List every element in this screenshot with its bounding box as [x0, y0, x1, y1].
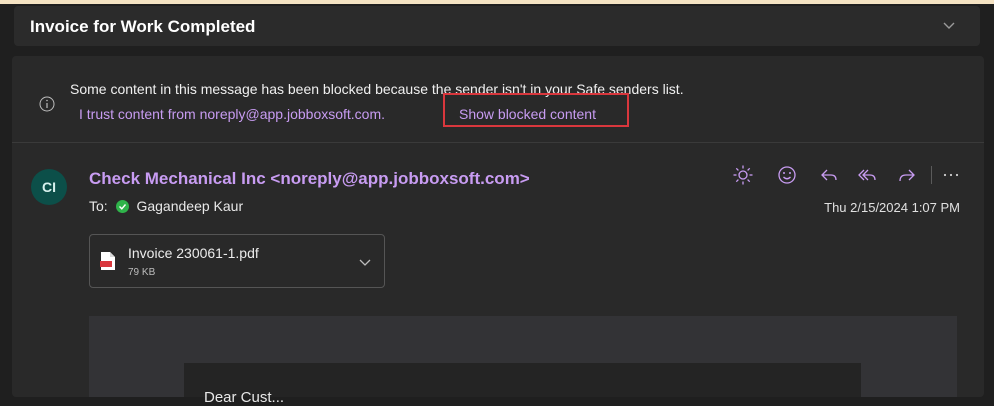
email-body-frame: Dear Cust...	[89, 316, 957, 406]
forward-icon[interactable]	[896, 164, 918, 186]
pdf-file-icon	[100, 252, 115, 270]
info-icon	[39, 96, 55, 112]
message-actions	[732, 164, 968, 186]
recipient-line: To: Gagandeep Kaur	[89, 198, 243, 214]
recipient-name[interactable]: Gagandeep Kaur	[136, 198, 243, 214]
attachment-size: 79 KB	[128, 267, 156, 278]
presence-available-icon	[115, 200, 129, 213]
attachment-name: Invoice 230061-1.pdf	[128, 245, 259, 261]
to-label: To:	[89, 198, 108, 214]
more-icon[interactable]	[940, 164, 962, 186]
subject-bar: Invoice for Work Completed	[14, 6, 980, 46]
email-timestamp: Thu 2/15/2024 1:07 PM	[824, 200, 960, 215]
top-banner-strip	[0, 0, 994, 4]
email-body-content: Dear Cust...	[184, 363, 861, 406]
avatar[interactable]: CI	[31, 169, 67, 205]
blocked-content-banner: Some content in this message has been bl…	[12, 56, 984, 143]
show-blocked-content-link[interactable]: Show blocked content	[459, 106, 596, 122]
email-greeting: Dear Cust...	[204, 389, 285, 406]
sender-name[interactable]: Check Mechanical Inc <noreply@app.jobbox…	[89, 169, 530, 189]
emoji-icon[interactable]	[776, 164, 798, 186]
show-blocked-content-highlight: Show blocked content	[443, 93, 629, 127]
attachment-card[interactable]: Invoice 230061-1.pdf 79 KB	[89, 234, 385, 288]
email-subject: Invoice for Work Completed	[30, 17, 256, 36]
chevron-down-icon[interactable]	[358, 255, 372, 269]
trust-sender-link[interactable]: I trust content from noreply@app.jobboxs…	[79, 106, 385, 122]
chevron-down-icon[interactable]	[940, 16, 958, 34]
message-card: Some content in this message has been bl…	[12, 56, 984, 406]
actions-divider	[931, 166, 932, 184]
reply-all-icon[interactable]	[856, 164, 878, 186]
reply-icon[interactable]	[818, 164, 840, 186]
sun-icon[interactable]	[732, 164, 754, 186]
